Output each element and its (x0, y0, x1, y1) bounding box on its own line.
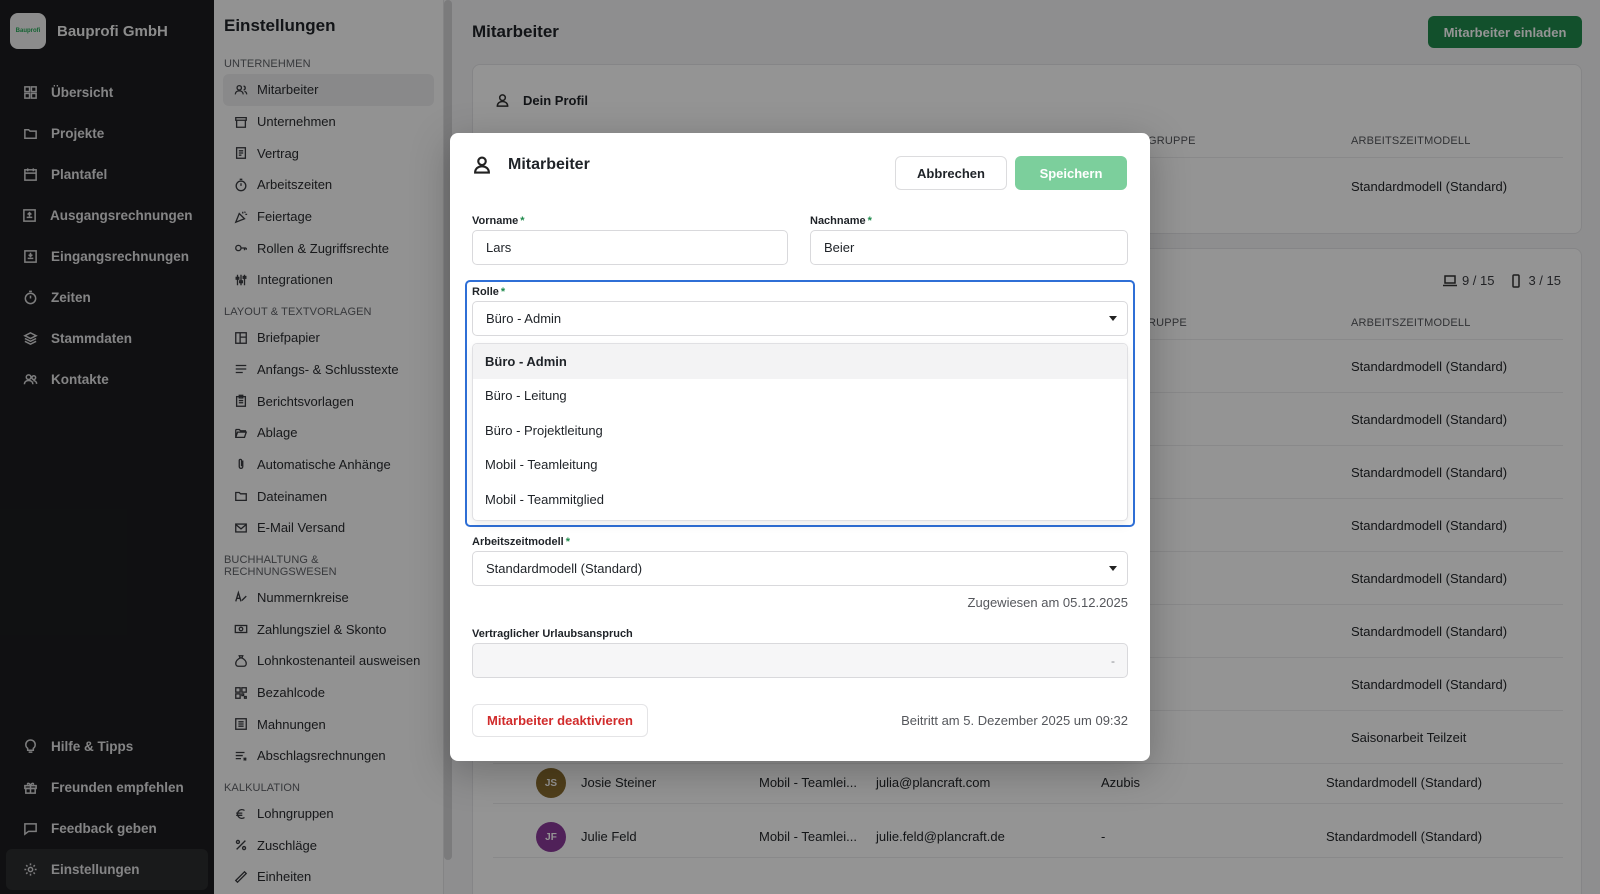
employee-modal: Mitarbeiter Abbrechen Speichern Vorname *… (450, 133, 1150, 761)
role-select[interactable]: Büro - Admin (472, 301, 1128, 336)
chevron-down-icon (1109, 316, 1117, 321)
user-icon (474, 156, 490, 174)
last-name-label: Nachname * (810, 215, 872, 227)
role-option[interactable]: Büro - Leitung (473, 379, 1127, 414)
first-name-value: Lars (486, 240, 512, 255)
modal-header: Mitarbeiter (472, 155, 590, 175)
deactivate-employee-button[interactable]: Mitarbeiter deaktivieren (472, 704, 648, 737)
vacation-label: Vertraglicher Urlaubsanspruch (472, 628, 633, 640)
cancel-button[interactable]: Abbrechen (895, 156, 1007, 190)
role-option[interactable]: Büro - Admin (473, 344, 1127, 379)
joined-note: Beitritt am 5. Dezember 2025 um 09:32 (901, 713, 1128, 728)
vacation-input[interactable]: - (472, 643, 1128, 678)
modal-title: Mitarbeiter (508, 156, 590, 173)
work-model-label: Arbeitszeitmodell * (472, 536, 570, 548)
assigned-note: Zugewiesen am 05.12.2025 (967, 595, 1128, 610)
last-name-value: Beier (824, 240, 855, 255)
last-name-input[interactable]: Beier (810, 230, 1128, 265)
save-button[interactable]: Speichern (1015, 156, 1127, 190)
work-model-value: Standardmodell (Standard) (486, 561, 643, 576)
first-name-label: Vorname * (472, 215, 525, 227)
role-option[interactable]: Mobil - Teammitglied (473, 482, 1127, 517)
vacation-value: - (1111, 654, 1115, 668)
role-label: Rolle * (472, 286, 506, 298)
role-dropdown: Büro - Admin Büro - Leitung Büro - Proje… (472, 343, 1128, 521)
work-model-select[interactable]: Standardmodell (Standard) (472, 551, 1128, 586)
role-option[interactable]: Büro - Projektleitung (473, 413, 1127, 448)
first-name-input[interactable]: Lars (472, 230, 788, 265)
role-selected-value: Büro - Admin (486, 311, 562, 326)
role-option[interactable]: Mobil - Teamleitung (473, 448, 1127, 483)
chevron-down-icon (1109, 566, 1117, 571)
